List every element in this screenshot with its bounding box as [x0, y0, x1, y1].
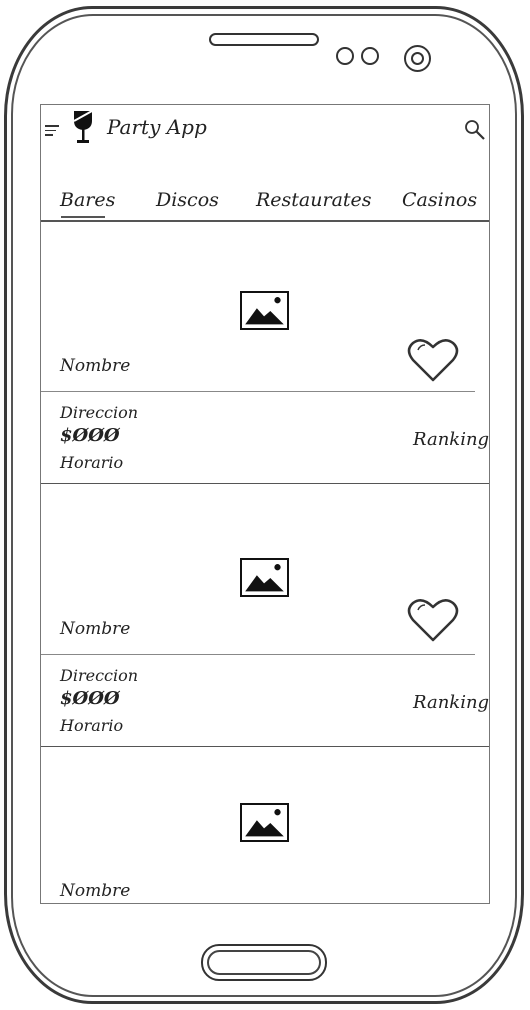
venue-price: $ØØØ — [60, 425, 120, 446]
venue-address: Direccion — [60, 666, 139, 685]
venue-card[interactable]: Nombre — [41, 747, 489, 903]
venue-name: Nombre — [60, 619, 131, 639]
search-icon[interactable] — [464, 119, 486, 141]
phone-mockup: Party App Bares Discos Restaurates Casin… — [0, 0, 530, 1010]
tab-bares[interactable]: Bares — [60, 189, 115, 211]
venue-ranking: Ranking — [413, 429, 490, 450]
card-divider — [41, 391, 475, 392]
venue-address: Direccion — [60, 403, 139, 422]
venue-card[interactable]: Nombre Direccion $ØØØ Horario Ranking — [41, 484, 489, 747]
app-screen: Party App Bares Discos Restaurates Casin… — [40, 104, 490, 904]
phone-speaker — [209, 33, 319, 46]
app-bar: Party App Bares Discos Restaurates Casin… — [41, 105, 489, 222]
venue-hours: Horario — [60, 716, 124, 735]
wine-glass-icon — [73, 110, 93, 143]
image-placeholder-icon — [240, 558, 289, 597]
card-divider — [41, 654, 475, 655]
venue-name: Nombre — [60, 356, 131, 376]
tab-casinos[interactable]: Casinos — [402, 189, 477, 211]
phone-camera — [404, 45, 431, 72]
heart-icon[interactable] — [407, 596, 459, 644]
category-tabs: Bares Discos Restaurates Casinos — [41, 185, 489, 219]
phone-sensor-right — [361, 47, 379, 65]
venue-hours: Horario — [60, 453, 124, 472]
menu-icon[interactable] — [45, 125, 61, 137]
active-tab-indicator — [61, 216, 105, 218]
home-button[interactable] — [201, 944, 327, 981]
image-placeholder-icon — [240, 291, 289, 330]
tab-restaurantes[interactable]: Restaurates — [256, 189, 372, 211]
venue-card[interactable]: Nombre Direccion $ØØØ Horario Ranking — [41, 221, 489, 484]
image-placeholder-icon — [240, 803, 289, 842]
venue-price: $ØØØ — [60, 688, 120, 709]
heart-icon[interactable] — [407, 336, 459, 384]
app-title: Party App — [107, 115, 207, 139]
venue-ranking: Ranking — [413, 692, 490, 713]
phone-sensor-left — [336, 47, 354, 65]
tab-discos[interactable]: Discos — [156, 189, 219, 211]
venue-name: Nombre — [60, 881, 131, 901]
